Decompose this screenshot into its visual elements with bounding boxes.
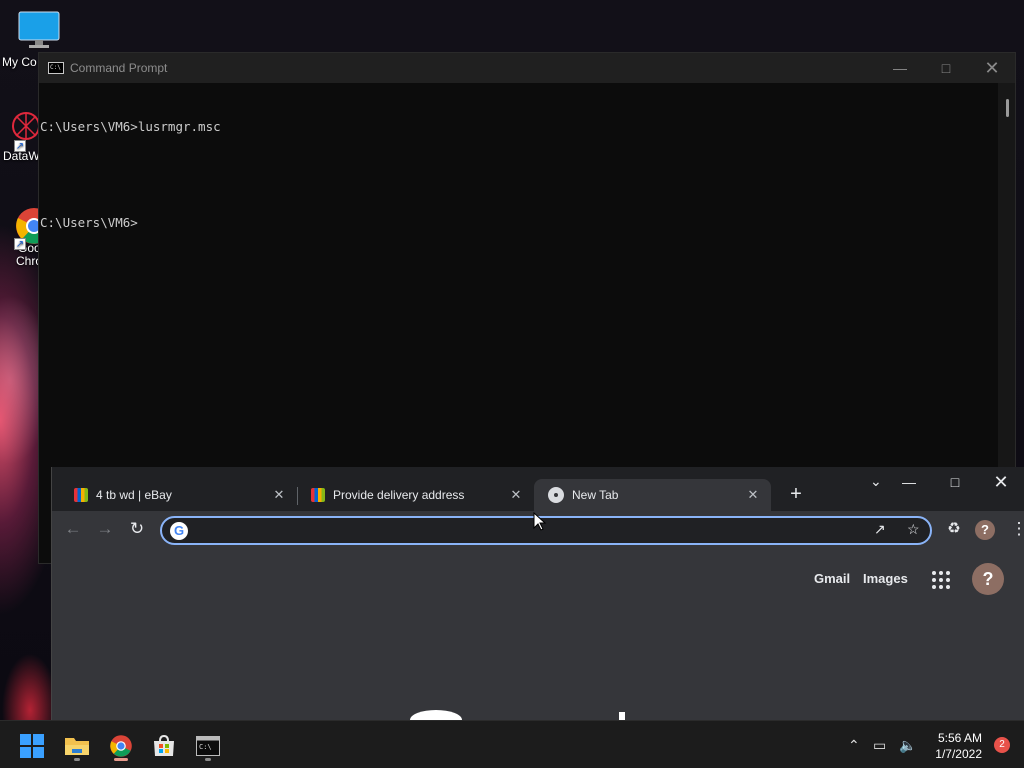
clock-time: 5:56 AM bbox=[937, 731, 982, 745]
gmail-link[interactable]: Gmail bbox=[814, 571, 850, 586]
file-explorer-icon bbox=[65, 738, 89, 755]
tab-new-tab[interactable]: New Tab ✕ bbox=[534, 479, 771, 511]
active-indicator bbox=[114, 758, 128, 761]
console-line: C:\Users\VM6> bbox=[40, 215, 138, 230]
tab-delivery-address[interactable]: Provide delivery address ✕ bbox=[297, 479, 534, 511]
reload-icon[interactable]: ↻ bbox=[125, 517, 149, 541]
maximize-button[interactable]: □ bbox=[932, 467, 978, 497]
shortcut-arrow-icon: ↗ bbox=[14, 238, 26, 250]
more-menu-icon[interactable]: ⋮ bbox=[1007, 517, 1024, 541]
desktop-icon-label-2: Chro bbox=[16, 254, 43, 268]
profile-avatar[interactable]: ? bbox=[975, 520, 995, 540]
tab-strip: 4 tb wd | eBay ✕ Provide delivery addres… bbox=[52, 467, 1024, 511]
mouse-cursor-icon bbox=[533, 512, 547, 531]
chrome-icon bbox=[548, 487, 564, 503]
notification-count-badge[interactable]: 2 bbox=[994, 737, 1010, 753]
extensions-puzzle-icon[interactable]: ♻ bbox=[942, 517, 966, 541]
close-button[interactable]: ✕ bbox=[969, 53, 1015, 83]
chrome-icon bbox=[110, 735, 132, 757]
google-g-icon: G bbox=[170, 522, 188, 540]
tab-close-icon[interactable]: ✕ bbox=[271, 487, 287, 503]
images-link[interactable]: Images bbox=[863, 571, 908, 586]
cmd-titlebar[interactable]: C:\ Command Prompt — □ ✕ bbox=[39, 53, 1015, 83]
microsoft-store-button[interactable] bbox=[144, 729, 184, 763]
new-tab-button[interactable]: + bbox=[784, 483, 808, 507]
forward-arrow-icon[interactable]: → bbox=[93, 517, 117, 541]
console-line: C:\Users\VM6>lusrmgr.msc bbox=[40, 119, 221, 134]
minimize-button[interactable]: — bbox=[877, 53, 923, 83]
volume-icon[interactable]: 🔈 bbox=[899, 737, 916, 754]
omnibox-input[interactable] bbox=[196, 521, 856, 541]
cmd-icon: C:\ bbox=[48, 62, 64, 74]
tab-title: New Tab bbox=[572, 488, 619, 502]
desktop-icon-google-chrome[interactable]: ↗ Goo Chro bbox=[0, 206, 52, 268]
google-account-avatar[interactable]: ? bbox=[972, 563, 1004, 595]
ebay-icon bbox=[311, 488, 325, 502]
running-indicator bbox=[74, 758, 80, 761]
close-button[interactable]: ✕ bbox=[978, 467, 1024, 497]
network-icon[interactable]: ▭ bbox=[873, 737, 886, 754]
start-icon bbox=[20, 734, 44, 758]
datawrapper-icon bbox=[12, 112, 40, 140]
terminal-icon: C:\ bbox=[196, 736, 220, 756]
monitor-icon bbox=[18, 11, 60, 48]
command-prompt-taskbar-button[interactable]: C:\ bbox=[188, 729, 228, 763]
tab-close-icon[interactable]: ✕ bbox=[745, 487, 761, 503]
star-icon[interactable]: ☆ bbox=[907, 521, 920, 538]
new-tab-page: Gmail Images ? bbox=[52, 547, 1024, 730]
tab-title: Provide delivery address bbox=[333, 488, 465, 502]
taskbar: C:\ ⌃ ▭ 🔈 5:56 AM 1/7/2022 2 bbox=[0, 720, 1024, 768]
microsoft-store-icon bbox=[154, 734, 174, 756]
running-indicator bbox=[205, 758, 211, 761]
file-explorer-button[interactable] bbox=[57, 729, 97, 763]
back-arrow-icon[interactable]: ← bbox=[61, 517, 85, 541]
chrome-window[interactable]: 4 tb wd | eBay ✕ Provide delivery addres… bbox=[51, 467, 1024, 730]
maximize-button[interactable]: □ bbox=[923, 53, 969, 83]
show-hidden-icons-chevron-icon[interactable]: ⌃ bbox=[848, 737, 860, 754]
ebay-icon bbox=[74, 488, 88, 502]
tab-ebay-search[interactable]: 4 tb wd | eBay ✕ bbox=[60, 479, 297, 511]
svg-text:C:\: C:\ bbox=[199, 743, 212, 751]
clock-date: 1/7/2022 bbox=[935, 747, 982, 761]
minimize-button[interactable]: — bbox=[886, 467, 932, 497]
chrome-taskbar-button[interactable] bbox=[101, 729, 141, 763]
shortcut-arrow-icon: ↗ bbox=[14, 140, 26, 152]
cmd-title: Command Prompt bbox=[70, 61, 168, 75]
start-button[interactable] bbox=[12, 729, 52, 763]
tab-title: 4 tb wd | eBay bbox=[96, 488, 172, 502]
tab-close-icon[interactable]: ✕ bbox=[508, 487, 524, 503]
share-icon[interactable]: ↗ bbox=[874, 521, 886, 538]
system-clock[interactable]: 5:56 AM 1/7/2022 bbox=[935, 730, 982, 762]
console-output[interactable]: C:\Users\VM6>lusrmgr.msc C:\Users\VM6> bbox=[39, 83, 1015, 263]
desktop-icon-datawrapper[interactable]: ↗ DataW bbox=[0, 108, 40, 163]
google-apps-icon[interactable] bbox=[932, 571, 950, 589]
tab-search-chevron-icon[interactable]: ⌄ bbox=[870, 473, 882, 490]
scroll-thumb[interactable] bbox=[1006, 99, 1009, 117]
